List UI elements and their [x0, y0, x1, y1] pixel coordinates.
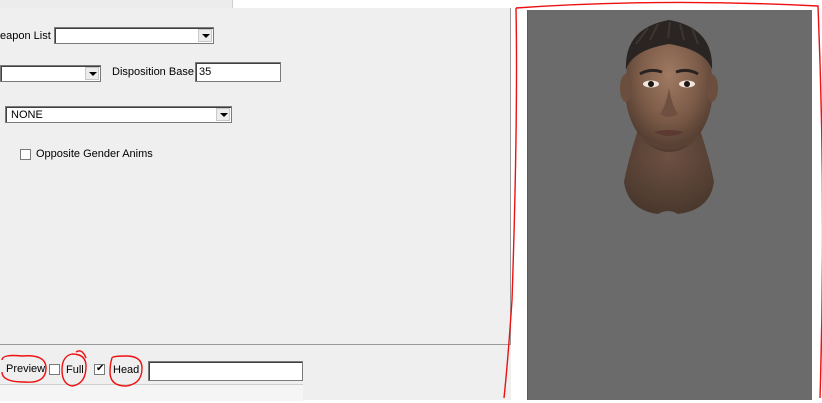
head-annotation-circle — [109, 355, 143, 387]
full-annotation-circle — [61, 350, 87, 387]
annotation-overlay — [1, 1, 822, 399]
viewport-annotation-outline — [503, 1, 822, 399]
preview-annotation-circle — [1, 354, 47, 383]
